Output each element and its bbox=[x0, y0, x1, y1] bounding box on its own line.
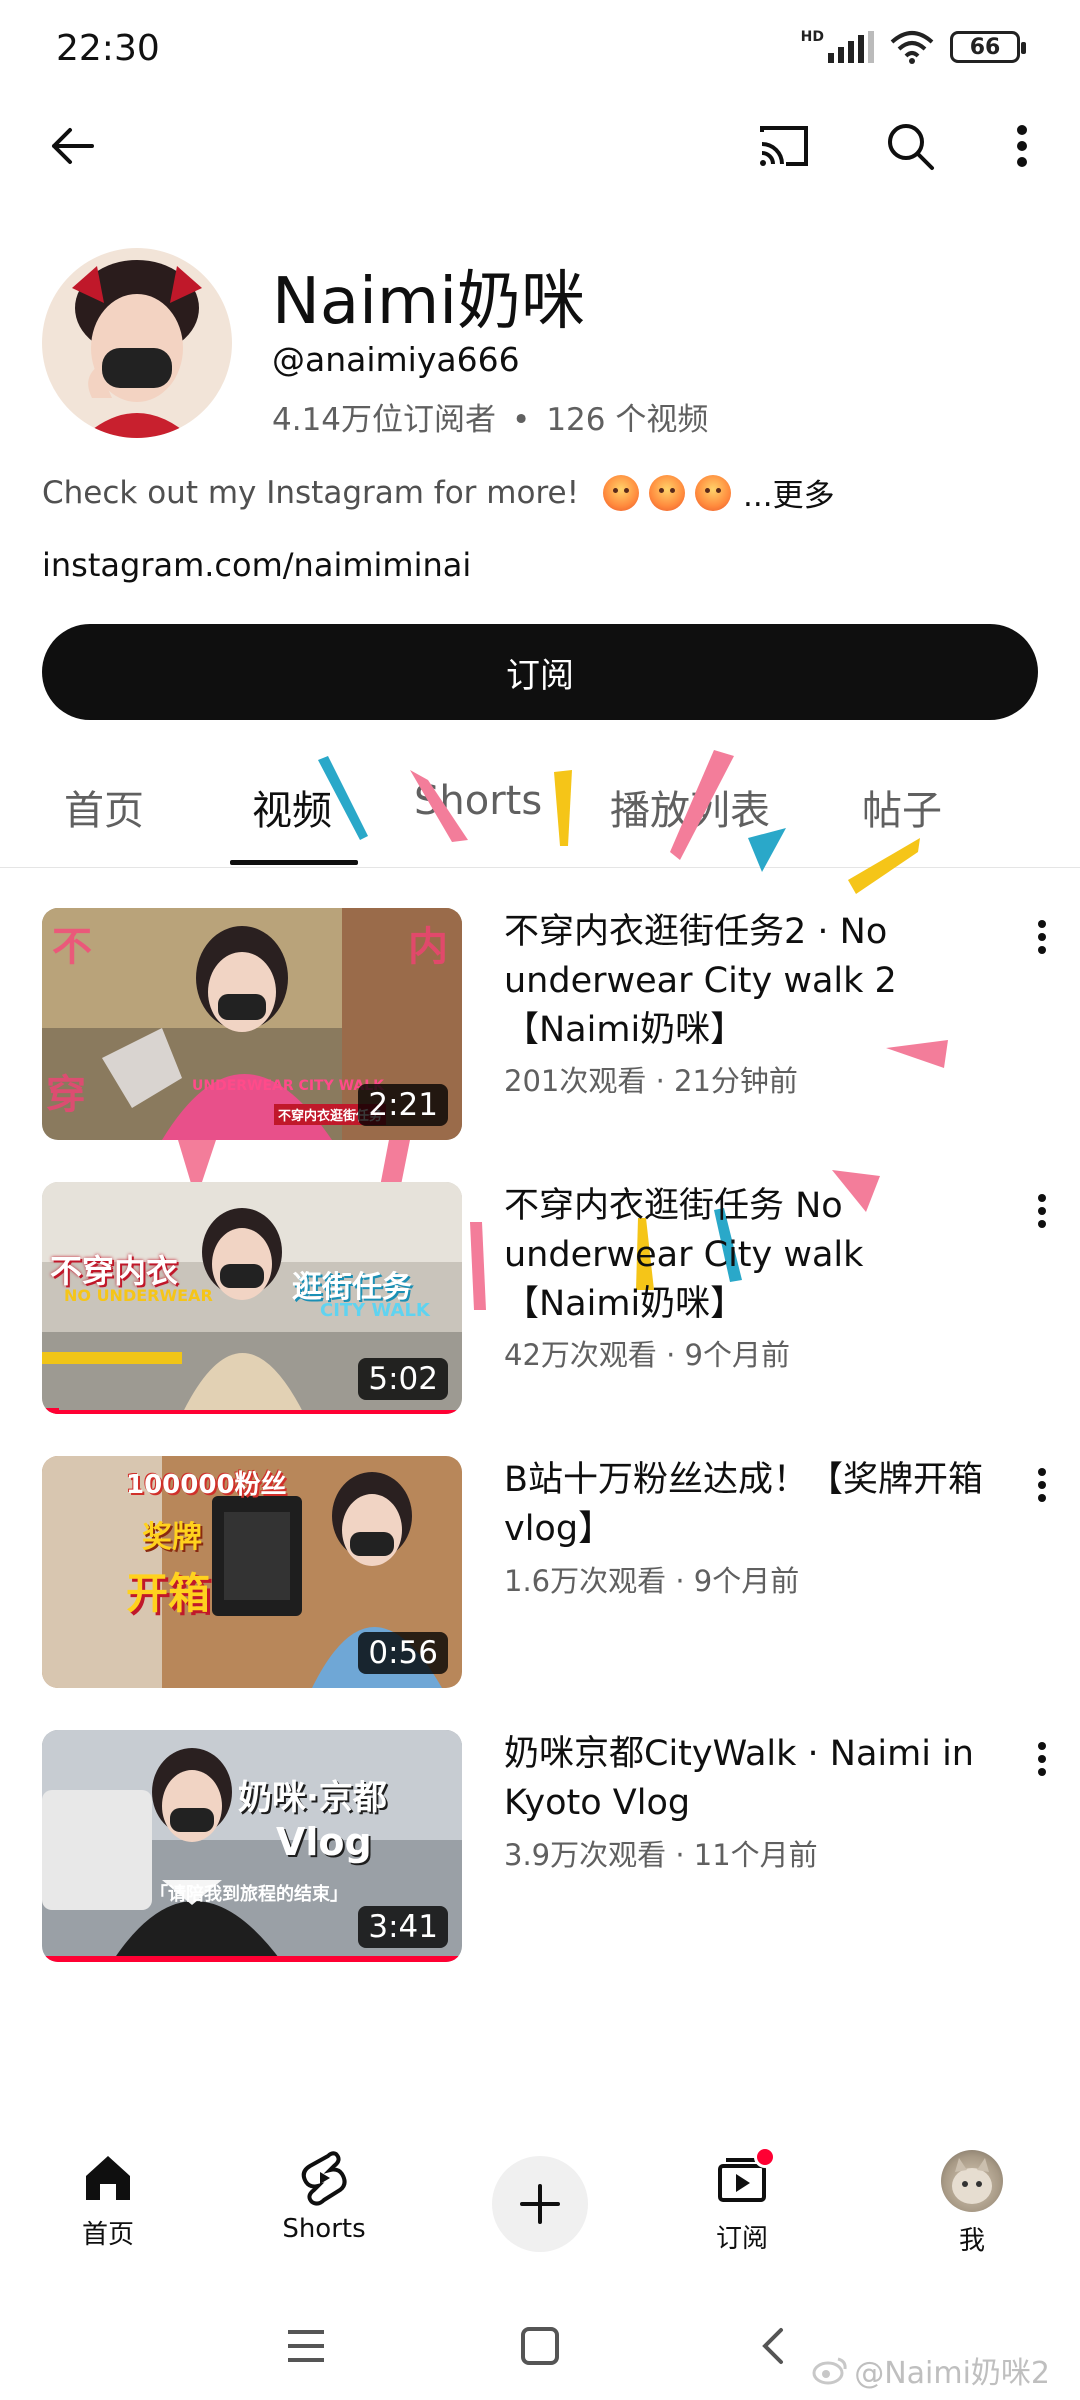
thumbnail-overlay-text: UNDERWEAR CITY WALK bbox=[192, 1078, 385, 1094]
more-vert-icon bbox=[1038, 1468, 1046, 1502]
video-title[interactable]: B站十万粉丝达成！【奖牌开箱vlog】 bbox=[504, 1456, 1004, 1554]
video-more-button[interactable] bbox=[1022, 912, 1062, 962]
more-vert-icon bbox=[1038, 920, 1046, 954]
video-thumbnail[interactable]: 100000粉丝 奖牌 开箱 0:56 bbox=[42, 1456, 462, 1688]
svg-text:穿: 穿 bbox=[46, 1072, 86, 1118]
nav-shorts[interactable]: Shorts bbox=[244, 2150, 404, 2244]
watermark: @Naimi奶咪2 bbox=[812, 2348, 1050, 2392]
home-system-button[interactable] bbox=[510, 2316, 570, 2376]
nav-subscriptions[interactable]: 订阅 bbox=[662, 2146, 822, 2255]
menu-lines-icon bbox=[288, 2330, 324, 2362]
bottom-navigation: 首页 Shorts 订阅 我 bbox=[0, 2146, 1080, 2280]
video-meta: 1.6万次观看 · 9个月前 bbox=[504, 1564, 800, 1598]
chevron-left-icon bbox=[762, 2328, 783, 2364]
create-button[interactable] bbox=[492, 2156, 588, 2252]
video-item[interactable]: 不穿内衣 NO UNDERWEAR 逛街任务 CITY WALK 5:02 不穿… bbox=[42, 1182, 1046, 1418]
nav-me-label: 我 bbox=[958, 2226, 985, 2256]
confetti-piece bbox=[748, 828, 786, 872]
confetti-piece bbox=[318, 756, 368, 840]
video-duration: 5:02 bbox=[358, 1358, 448, 1400]
more-vert-icon bbox=[1038, 1194, 1046, 1228]
create-plus-icon bbox=[520, 2184, 560, 2224]
video-title[interactable]: 不穿内衣逛街任务 No underwear City walk 【Naimi奶咪… bbox=[504, 1182, 1004, 1329]
video-meta: 3.9万次观看 · 11个月前 bbox=[504, 1838, 818, 1872]
video-meta: 201次观看 · 21分钟前 bbox=[504, 1064, 798, 1098]
video-duration: 0:56 bbox=[358, 1632, 448, 1674]
video-thumbnail[interactable]: 不 内 穿 UNDERWEAR CITY WALK 不穿内衣逛街任务 2:21 bbox=[42, 908, 462, 1140]
home-icon bbox=[86, 2156, 130, 2200]
nav-home-label: 首页 bbox=[81, 2220, 134, 2250]
more-vert-icon bbox=[1038, 1742, 1046, 1776]
video-title[interactable]: 奶咪京都CityWalk · Naimi in Kyoto Vlog bbox=[504, 1730, 1004, 1828]
watch-progress-bar bbox=[42, 1956, 462, 1962]
video-thumbnail[interactable]: 不穿内衣 NO UNDERWEAR 逛街任务 CITY WALK 5:02 bbox=[42, 1182, 462, 1414]
thumbnail-overlay-text: 奶咪·京都 bbox=[238, 1778, 387, 1818]
weibo-logo-icon bbox=[812, 2357, 847, 2385]
video-item[interactable]: 奶咪·京都 Vlog 「请陪我到旅程的结束」 3:41 奶咪京都CityWalk… bbox=[42, 1730, 1046, 1966]
thumbnail-overlay-text: Vlog bbox=[276, 1820, 372, 1864]
shorts-icon bbox=[301, 2151, 347, 2206]
video-item[interactable]: 100000粉丝 奖牌 开箱 0:56 B站十万粉丝达成！【奖牌开箱vlog】 … bbox=[42, 1456, 1046, 1692]
thumbnail-overlay-subtext: 「请陪我到旅程的结束」 bbox=[150, 1884, 348, 1905]
video-more-button[interactable] bbox=[1022, 1186, 1062, 1236]
recent-apps-button[interactable] bbox=[276, 2316, 336, 2376]
video-title[interactable]: 不穿内衣逛街任务2 · No underwear City walk 2 【Na… bbox=[504, 908, 1004, 1055]
video-thumbnail[interactable]: 奶咪·京都 Vlog 「请陪我到旅程的结束」 3:41 bbox=[42, 1730, 462, 1962]
back-system-button[interactable] bbox=[742, 2316, 802, 2376]
nav-me[interactable]: 我 bbox=[892, 2150, 1052, 2257]
video-duration: 3:41 bbox=[358, 1906, 448, 1948]
notification-dot bbox=[754, 2146, 776, 2168]
confetti-piece bbox=[554, 770, 572, 846]
video-more-button[interactable] bbox=[1022, 1734, 1062, 1784]
video-item[interactable]: 不 内 穿 UNDERWEAR CITY WALK 不穿内衣逛街任务 2:21 … bbox=[42, 908, 1046, 1144]
svg-text:不: 不 bbox=[52, 924, 92, 970]
thumbnail-overlay-text: 开箱 bbox=[126, 1569, 211, 1618]
profile-avatar bbox=[941, 2150, 1003, 2212]
video-more-button[interactable] bbox=[1022, 1460, 1062, 1510]
square-home-icon bbox=[521, 2327, 559, 2365]
nav-subscriptions-label: 订阅 bbox=[715, 2224, 768, 2254]
watermark-text: @Naimi奶咪2 bbox=[854, 2356, 1050, 2391]
confetti-piece bbox=[410, 770, 468, 842]
video-duration: 2:21 bbox=[358, 1084, 448, 1126]
watch-progress-bar bbox=[42, 1408, 59, 1414]
nav-shorts-label: Shorts bbox=[282, 2214, 366, 2244]
confetti-piece bbox=[670, 750, 734, 860]
svg-text:内: 内 bbox=[408, 924, 448, 970]
thumbnail-overlay-subtext: CITY WALK bbox=[320, 1300, 430, 1321]
thumbnail-overlay-subtext: NO UNDERWEAR bbox=[64, 1286, 213, 1305]
thumbnail-overlay-text: 100000粉丝 bbox=[126, 1470, 287, 1500]
thumbnail-overlay-text: 奖牌 bbox=[142, 1520, 202, 1555]
confetti-piece bbox=[848, 838, 920, 894]
video-meta: 42万次观看 · 9个月前 bbox=[504, 1338, 791, 1372]
nav-home[interactable]: 首页 bbox=[28, 2150, 188, 2251]
